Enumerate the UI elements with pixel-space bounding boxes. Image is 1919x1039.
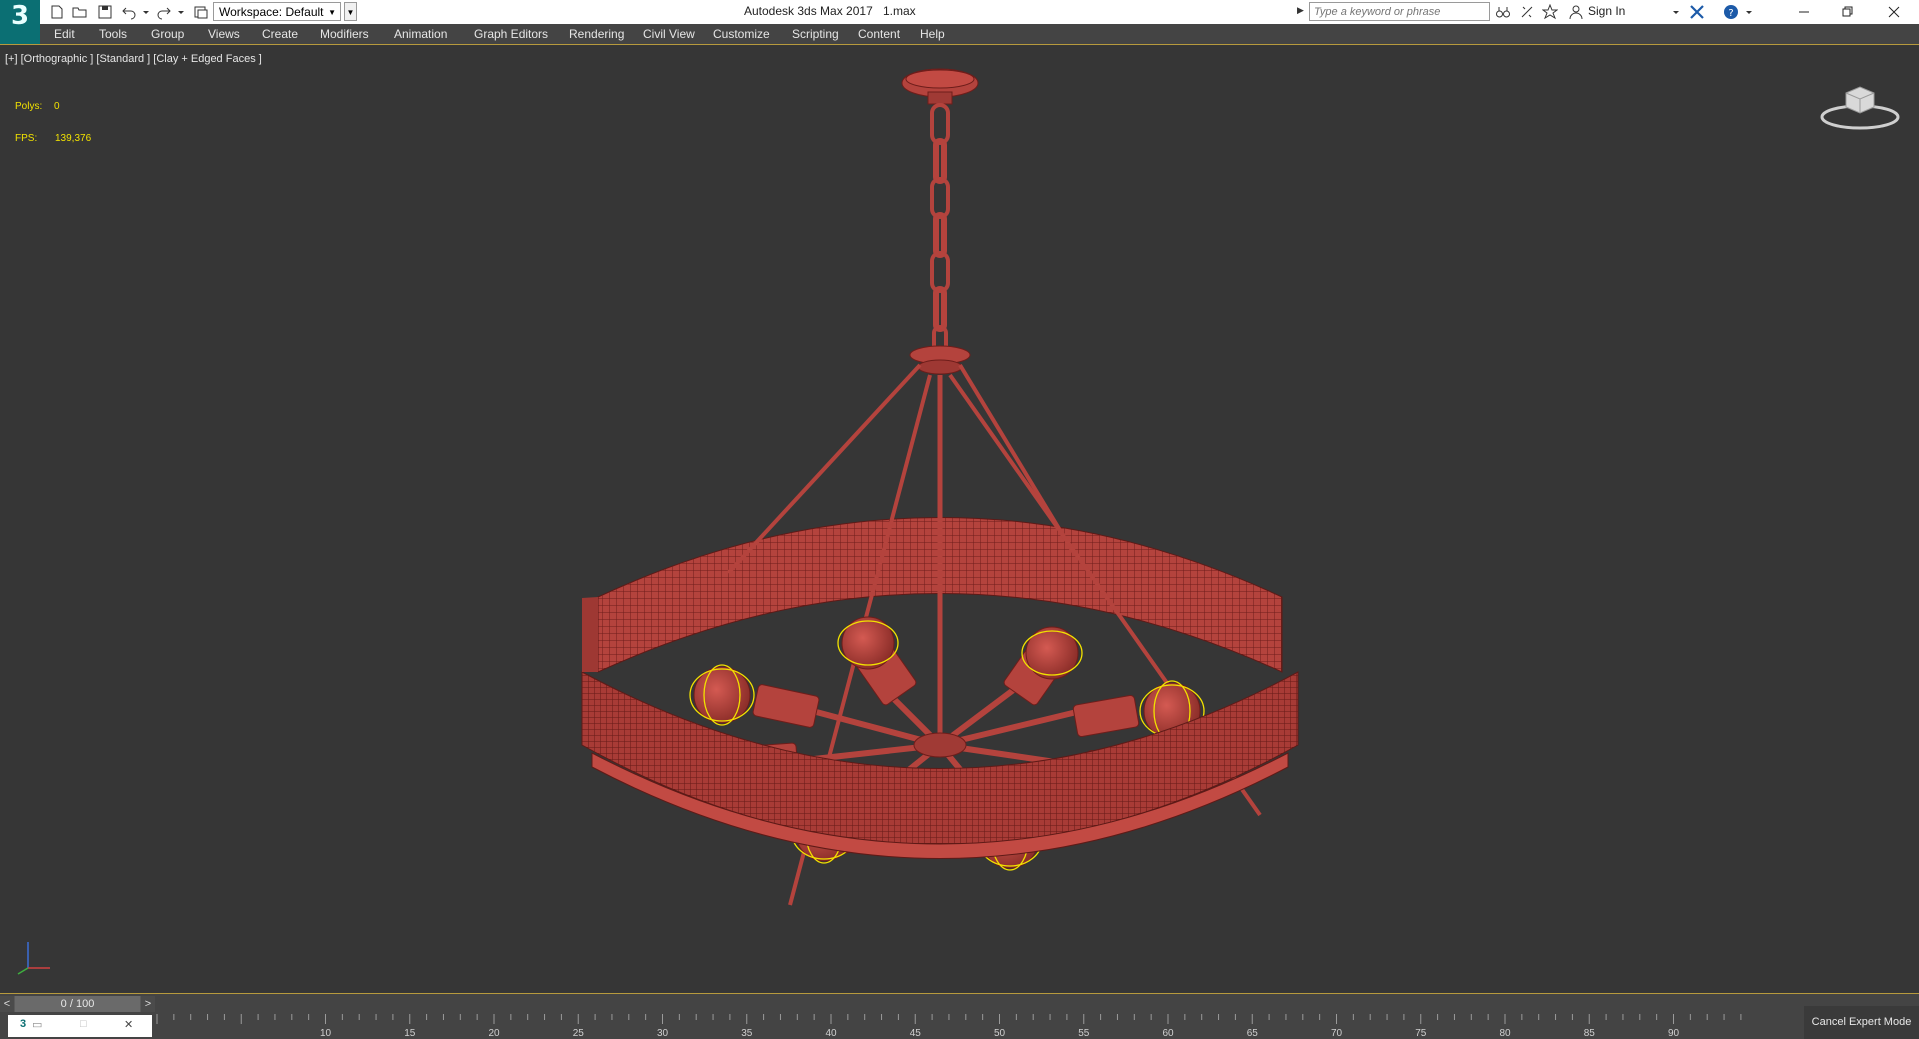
menu-rendering[interactable]: Rendering bbox=[569, 27, 624, 41]
workspace-label: Workspace: Default bbox=[219, 5, 324, 19]
menu-bar: Edit Tools Group Views Create Modifiers … bbox=[0, 24, 1919, 45]
time-slider-thumb[interactable]: 0 / 100 bbox=[15, 996, 140, 1012]
chevron-down-icon: ▼ bbox=[328, 8, 336, 17]
restore-button[interactable] bbox=[1826, 0, 1870, 24]
menu-edit[interactable]: Edit bbox=[54, 27, 75, 41]
menu-create[interactable]: Create bbox=[262, 27, 298, 41]
file-name: 1.max bbox=[883, 4, 916, 18]
timeline-tick-label: 35 bbox=[741, 1028, 753, 1039]
chain bbox=[930, 103, 950, 359]
timeline-bar: < 0 / 100 > 3 ▭ □ ✕ 10 15 20 25 30 35 40 45 50 55… bbox=[0, 993, 1919, 1039]
timeline-tick-label: 70 bbox=[1331, 1028, 1343, 1039]
time-prev-button[interactable]: < bbox=[0, 996, 14, 1012]
time-slider[interactable]: < 0 / 100 > bbox=[0, 996, 155, 1012]
project-folder-icon[interactable] bbox=[192, 3, 210, 21]
help-dropdown-icon[interactable] bbox=[1740, 3, 1758, 21]
ceiling-canopy bbox=[901, 68, 979, 105]
menu-content[interactable]: Content bbox=[858, 27, 900, 41]
menu-help[interactable]: Help bbox=[920, 27, 945, 41]
workspace-selector[interactable]: Workspace: Default ▼ bbox=[213, 2, 341, 21]
help-icon[interactable]: ? bbox=[1722, 3, 1740, 21]
chandelier-model[interactable] bbox=[0, 45, 1919, 993]
timeline-tick-label: 30 bbox=[657, 1028, 669, 1039]
timeline-tick-label: 50 bbox=[994, 1028, 1006, 1039]
timeline-tick-label: 75 bbox=[1415, 1028, 1427, 1039]
redo-dropdown-icon[interactable] bbox=[172, 3, 190, 21]
maximize-mini-icon[interactable]: □ bbox=[80, 1018, 87, 1030]
favorites-star-icon[interactable] bbox=[1541, 3, 1559, 21]
viewcube-icon[interactable] bbox=[1818, 75, 1902, 135]
timeline-tick-label: 15 bbox=[404, 1028, 416, 1039]
svg-text:?: ? bbox=[1728, 8, 1733, 19]
perspective-viewport[interactable]: [+] [Orthographic ] [Standard ] [Clay + … bbox=[0, 45, 1919, 993]
polys-value: 0 bbox=[54, 101, 60, 112]
user-icon[interactable] bbox=[1567, 3, 1585, 21]
undo-icon[interactable] bbox=[120, 3, 138, 21]
window-title: Autodesk 3ds Max 2017 bbox=[744, 4, 873, 18]
app-mini-icon: 3 bbox=[20, 1018, 27, 1030]
menu-modifiers[interactable]: Modifiers bbox=[320, 27, 369, 41]
timeline-tick-label: 25 bbox=[573, 1028, 585, 1039]
exchange-apps-icon[interactable] bbox=[1688, 3, 1706, 21]
close-button[interactable] bbox=[1872, 0, 1916, 24]
track-bar[interactable]: 101520253035404550556065707580859095100 bbox=[152, 1014, 1742, 1039]
timeline-tick-label: 20 bbox=[488, 1028, 500, 1039]
timeline-tick-label: 45 bbox=[910, 1028, 922, 1039]
timeline-tick-label: 40 bbox=[825, 1028, 837, 1039]
close-mini-icon[interactable]: ✕ bbox=[124, 1018, 133, 1031]
restore-mini-icon[interactable]: ▭ bbox=[32, 1018, 42, 1031]
lower-hub bbox=[913, 732, 967, 758]
search-input[interactable] bbox=[1309, 2, 1490, 21]
polys-label: Polys: bbox=[15, 101, 43, 112]
taskbar-mini[interactable]: 3 ▭ □ ✕ bbox=[8, 1015, 152, 1037]
fps-label: FPS: bbox=[15, 133, 38, 144]
redo-icon[interactable] bbox=[155, 3, 173, 21]
menu-group[interactable]: Group bbox=[151, 27, 184, 41]
undo-dropdown-icon[interactable] bbox=[137, 3, 155, 21]
timeline-tick-label: 55 bbox=[1078, 1028, 1090, 1039]
quick-access-customize-icon[interactable]: ▼ bbox=[344, 2, 357, 21]
time-next-button[interactable]: > bbox=[141, 996, 155, 1012]
timeline-tick-label: 80 bbox=[1499, 1028, 1511, 1039]
binoculars-icon[interactable] bbox=[1494, 3, 1512, 21]
menu-civil-view[interactable]: Civil View bbox=[643, 27, 695, 41]
timeline-tick-label: 10 bbox=[320, 1028, 332, 1039]
open-folder-icon[interactable] bbox=[71, 3, 89, 21]
new-file-icon[interactable] bbox=[48, 3, 66, 21]
timeline-tick-label: 85 bbox=[1584, 1028, 1596, 1039]
menu-customize[interactable]: Customize bbox=[713, 27, 770, 41]
axis-tripod-icon bbox=[17, 942, 50, 975]
fps-value: 139,376 bbox=[55, 133, 92, 144]
app-logo[interactable]: 3 bbox=[0, 0, 40, 44]
search-expand-icon[interactable]: ▶ bbox=[1297, 5, 1304, 16]
timeline-tick-label: 90 bbox=[1668, 1028, 1680, 1039]
title-bar: 3 Workspace: Default ▼ ▼ Autodesk 3ds Max… bbox=[0, 0, 1919, 44]
timeline-tick-label: 60 bbox=[1162, 1028, 1174, 1039]
menu-scripting[interactable]: Scripting bbox=[792, 27, 839, 41]
sign-in-dropdown-icon[interactable] bbox=[1667, 3, 1685, 21]
subscription-icon[interactable] bbox=[1518, 3, 1536, 21]
menu-animation[interactable]: Animation bbox=[394, 27, 447, 41]
menu-views[interactable]: Views bbox=[208, 27, 240, 41]
save-icon[interactable] bbox=[96, 3, 114, 21]
menu-tools[interactable]: Tools bbox=[99, 27, 127, 41]
timeline-tick-label: 65 bbox=[1247, 1028, 1259, 1039]
minimize-button[interactable] bbox=[1782, 0, 1826, 24]
cancel-expert-mode-button[interactable]: Cancel Expert Mode bbox=[1804, 1006, 1919, 1039]
viewport-label[interactable]: [+] [Orthographic ] [Standard ] [Clay + … bbox=[5, 53, 262, 65]
menu-graph-editors[interactable]: Graph Editors bbox=[474, 27, 548, 41]
sign-in-link[interactable]: Sign In bbox=[1588, 4, 1625, 18]
